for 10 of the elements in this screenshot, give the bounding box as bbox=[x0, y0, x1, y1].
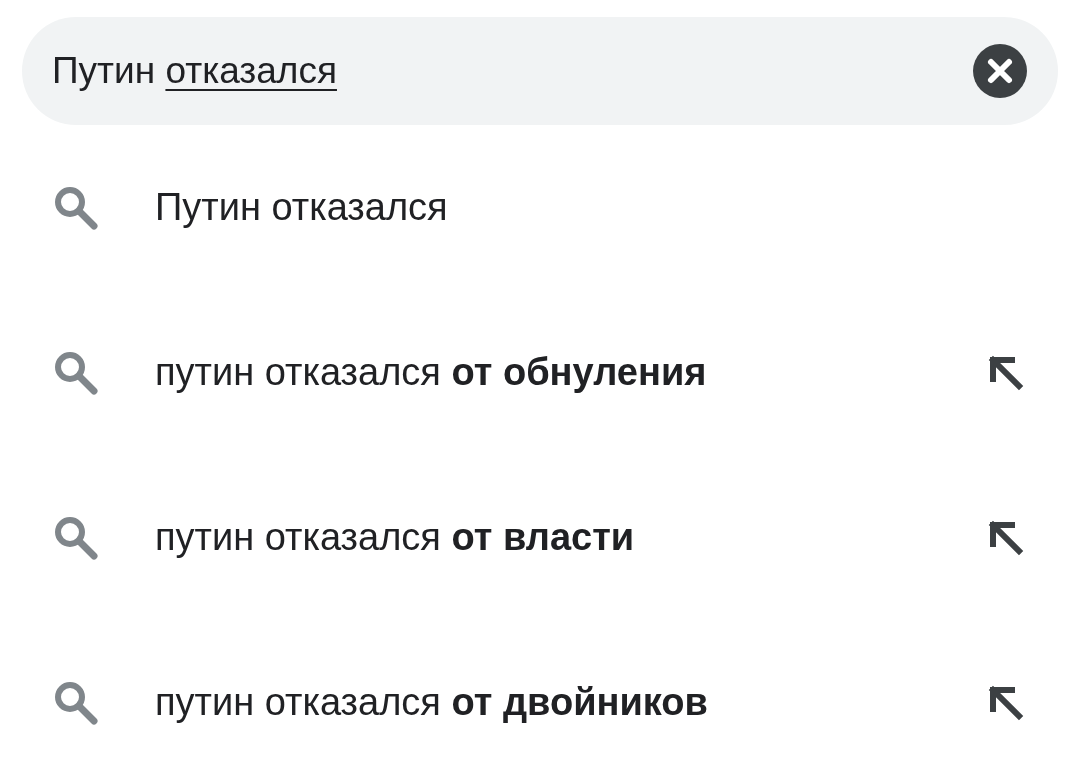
arrow-up-left-icon[interactable] bbox=[988, 519, 1024, 556]
suggestion-item[interactable]: Путин отказался bbox=[155, 186, 1024, 229]
arrow-up-left-icon[interactable] bbox=[988, 684, 1024, 721]
suggestion-item[interactable]: путин отказался от двойников bbox=[155, 681, 988, 724]
suggestion-item[interactable]: путин отказался от обнуления bbox=[155, 351, 988, 394]
query-text: Путин отказался bbox=[52, 50, 338, 92]
clear-button[interactable] bbox=[972, 43, 1028, 99]
search-field[interactable]: Путин отказался bbox=[22, 17, 1058, 125]
arrow-up-left-icon[interactable] bbox=[988, 354, 1024, 391]
suggestion-item[interactable]: путин отказался от власти bbox=[155, 516, 988, 559]
